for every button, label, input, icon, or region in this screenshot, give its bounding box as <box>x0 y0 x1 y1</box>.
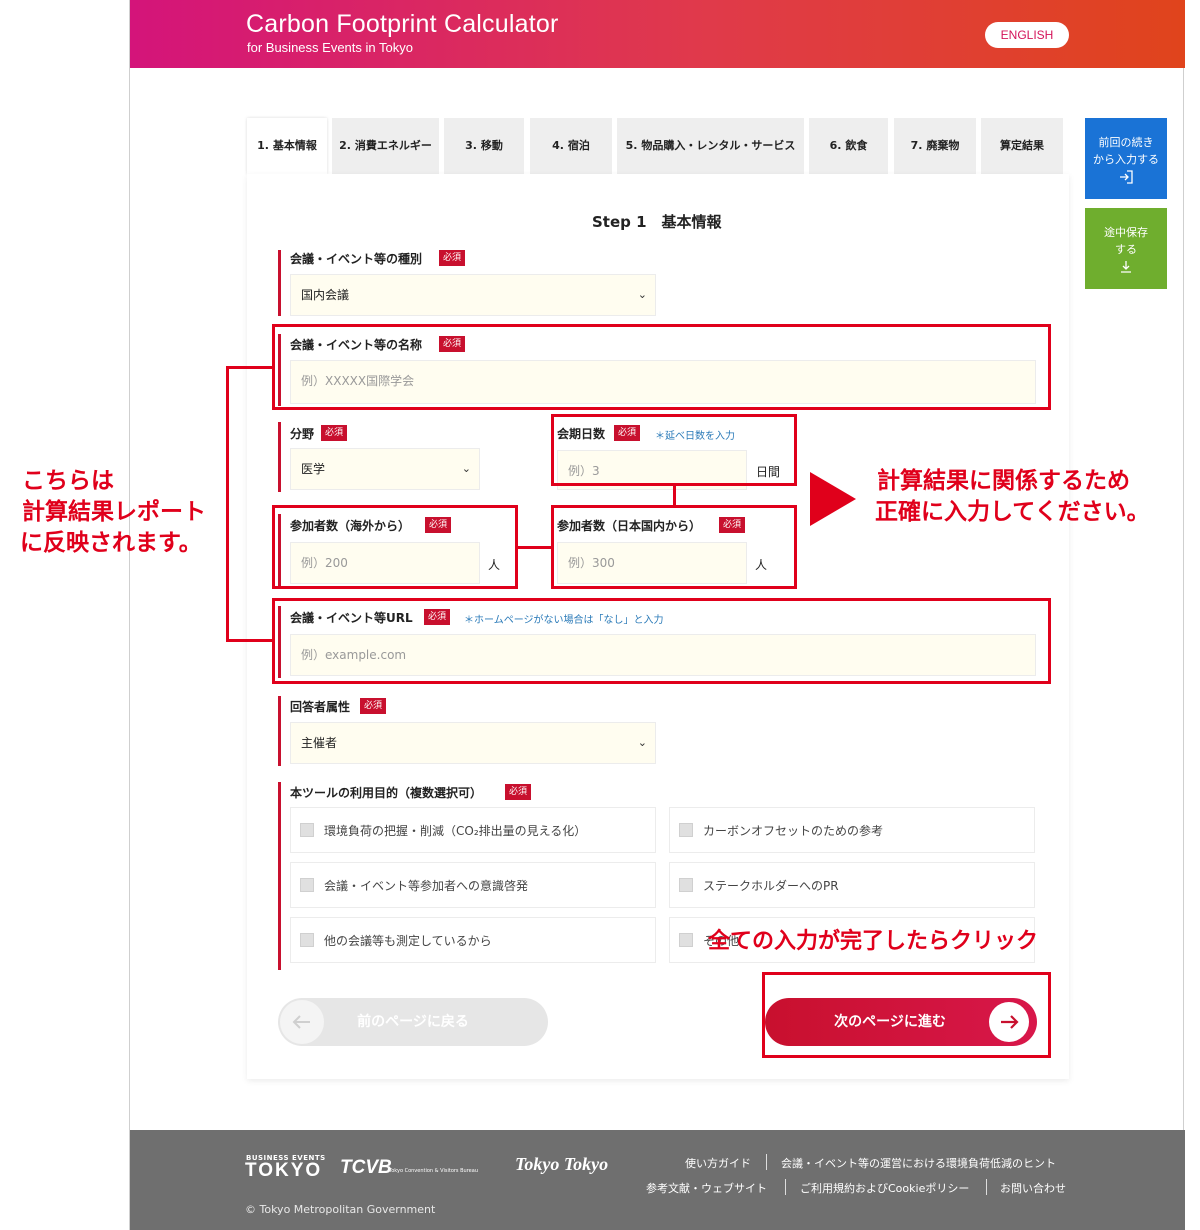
footer-logo-tokyotokyo: Tokyo Tokyo <box>515 1154 609 1174</box>
annotation-line <box>226 366 229 642</box>
purpose-label: 本ツールの利用目的（複数選択可） <box>290 786 483 800</box>
purpose-option-label: 環境負荷の把握・削減（CO₂排出量の見える化） <box>324 824 587 838</box>
purpose-option-pr[interactable]: ステークホルダーへのPR <box>669 862 1035 908</box>
copyright: © Tokyo Metropolitan Government <box>245 1203 436 1216</box>
app-subtitle: for Business Events in Tokyo <box>247 40 413 55</box>
event-type-label: 会議・イベント等の種別 <box>290 252 423 266</box>
footer: BUSINESS EVENTS TOKYO TCVB Tokyo Convent… <box>130 1130 1185 1230</box>
purpose-option-offset[interactable]: カーボンオフセットのための参考 <box>669 807 1035 853</box>
annotation-box-domestic <box>551 505 797 589</box>
annotation-box-url <box>272 598 1051 684</box>
footer-logo-tokyo: TOKYO <box>245 1160 323 1181</box>
tab-transport[interactable]: 3. 移動 <box>444 118 524 174</box>
annotation-left-line2: 計算結果レポート <box>22 499 206 525</box>
footer-logo-tcvb: TCVB <box>340 1157 392 1178</box>
tab-basic-info[interactable]: 1. 基本情報 <box>247 118 327 174</box>
respondent-select[interactable]: 主催者 ⌄ <box>290 722 656 764</box>
tab-purchase-rental-service[interactable]: 5. 物品購入・レンタル・サービス <box>617 118 804 174</box>
annotation-line <box>673 486 676 505</box>
download-icon <box>1121 261 1131 273</box>
footer-link-terms[interactable]: ご利用規約およびCookieポリシー <box>800 1180 969 1196</box>
english-language-button[interactable]: ENGLISH <box>985 22 1069 48</box>
footer-separator <box>766 1154 767 1170</box>
annotation-left-line3: に反映されます。 <box>20 530 202 556</box>
annotation-box-next-button <box>762 972 1051 1058</box>
annotation-line <box>226 366 274 369</box>
purpose-option-label: ステークホルダーへのPR <box>703 879 839 893</box>
annotation-box-event-name <box>272 324 1051 410</box>
section-bar <box>278 422 281 492</box>
respondent-value: 主催者 <box>301 736 338 750</box>
purpose-option-label: 他の会議等も測定しているから <box>324 934 492 948</box>
purpose-option-awareness[interactable]: 会議・イベント等参加者への意識啓発 <box>290 862 656 908</box>
tab-food[interactable]: 6. 飲食 <box>809 118 888 174</box>
checkbox[interactable] <box>300 878 314 892</box>
chevron-down-icon: ⌄ <box>637 736 647 749</box>
tab-accommodation[interactable]: 4. 宿泊 <box>530 118 612 174</box>
annotation-bottom: 全ての入力が完了したらクリック <box>708 929 1039 954</box>
annotation-box-days <box>551 414 797 486</box>
required-badge: 必須 <box>505 784 532 800</box>
required-badge: 必須 <box>360 698 387 714</box>
resume-label-line2: から入力する <box>1093 153 1159 166</box>
footer-logo-tcvb-sub: Tokyo Convention & Visitors Bureau <box>389 1168 478 1174</box>
annotation-right-line2: 正確に入力してください。 <box>875 499 1150 525</box>
footer-separator <box>986 1179 987 1195</box>
footer-link-contact[interactable]: お問い合わせ <box>1000 1180 1066 1196</box>
chevron-down-icon: ⌄ <box>637 288 647 301</box>
tab-waste[interactable]: 7. 廃棄物 <box>894 118 976 174</box>
annotation-arrow-icon <box>810 472 856 526</box>
field-label: 分野 <box>290 427 315 441</box>
save-label-line2: する <box>1115 243 1137 256</box>
annotation-box-overseas <box>272 505 518 589</box>
footer-link-guide[interactable]: 使い方ガイド <box>685 1155 751 1171</box>
purpose-option-environment[interactable]: 環境負荷の把握・削減（CO₂排出量の見える化） <box>290 807 656 853</box>
purpose-option-label: カーボンオフセットのための参考 <box>703 824 884 838</box>
annotation-left-line1: こちらは <box>22 468 114 494</box>
resume-button[interactable]: 前回の続き から入力する <box>1085 118 1167 199</box>
step-title: Step 1 基本情報 <box>592 213 722 231</box>
section-bar <box>278 696 281 766</box>
annotation-right-line1: 計算結果に関係するため <box>877 468 1130 494</box>
field-select[interactable]: 医学 ⌄ <box>290 448 480 490</box>
tab-results[interactable]: 算定結果 <box>981 118 1063 174</box>
footer-link-hints[interactable]: 会議・イベント等の運営における環境負荷低減のヒント <box>781 1155 1056 1171</box>
checkbox[interactable] <box>300 933 314 947</box>
previous-page-button[interactable]: 前のページに戻る <box>278 998 548 1046</box>
checkbox[interactable] <box>679 933 693 947</box>
purpose-option-label: 会議・イベント等参加者への意識啓発 <box>324 879 529 893</box>
previous-page-label: 前のページに戻る <box>357 1014 469 1030</box>
event-type-select[interactable]: 国内会議 ⌄ <box>290 274 656 316</box>
checkbox[interactable] <box>300 823 314 837</box>
field-value: 医学 <box>301 462 326 476</box>
footer-link-references[interactable]: 参考文献・ウェブサイト <box>646 1180 767 1196</box>
section-bar <box>278 782 281 970</box>
section-bar <box>278 250 281 316</box>
required-badge: 必須 <box>321 425 348 441</box>
respondent-label: 回答者属性 <box>290 700 351 714</box>
chevron-down-icon: ⌄ <box>461 462 471 475</box>
app-title: Carbon Footprint Calculator <box>246 10 559 38</box>
login-arrow-icon <box>1120 170 1133 184</box>
resume-label-line1: 前回の続き <box>1098 136 1154 149</box>
event-type-value: 国内会議 <box>301 288 350 302</box>
required-badge: 必須 <box>439 250 466 266</box>
app-header: Carbon Footprint Calculator for Business… <box>130 0 1185 68</box>
save-progress-button[interactable]: 途中保存 する <box>1085 208 1167 289</box>
checkbox[interactable] <box>679 878 693 892</box>
checkbox[interactable] <box>679 823 693 837</box>
tab-energy[interactable]: 2. 消費エネルギー <box>332 118 439 174</box>
screenshot-stage: Carbon Footprint Calculator for Business… <box>0 0 1200 1230</box>
purpose-option-others-measuring[interactable]: 他の会議等も測定しているから <box>290 917 656 963</box>
annotation-line <box>518 546 551 549</box>
save-label-line1: 途中保存 <box>1104 226 1148 239</box>
annotation-line <box>226 639 274 642</box>
footer-separator <box>785 1179 786 1195</box>
